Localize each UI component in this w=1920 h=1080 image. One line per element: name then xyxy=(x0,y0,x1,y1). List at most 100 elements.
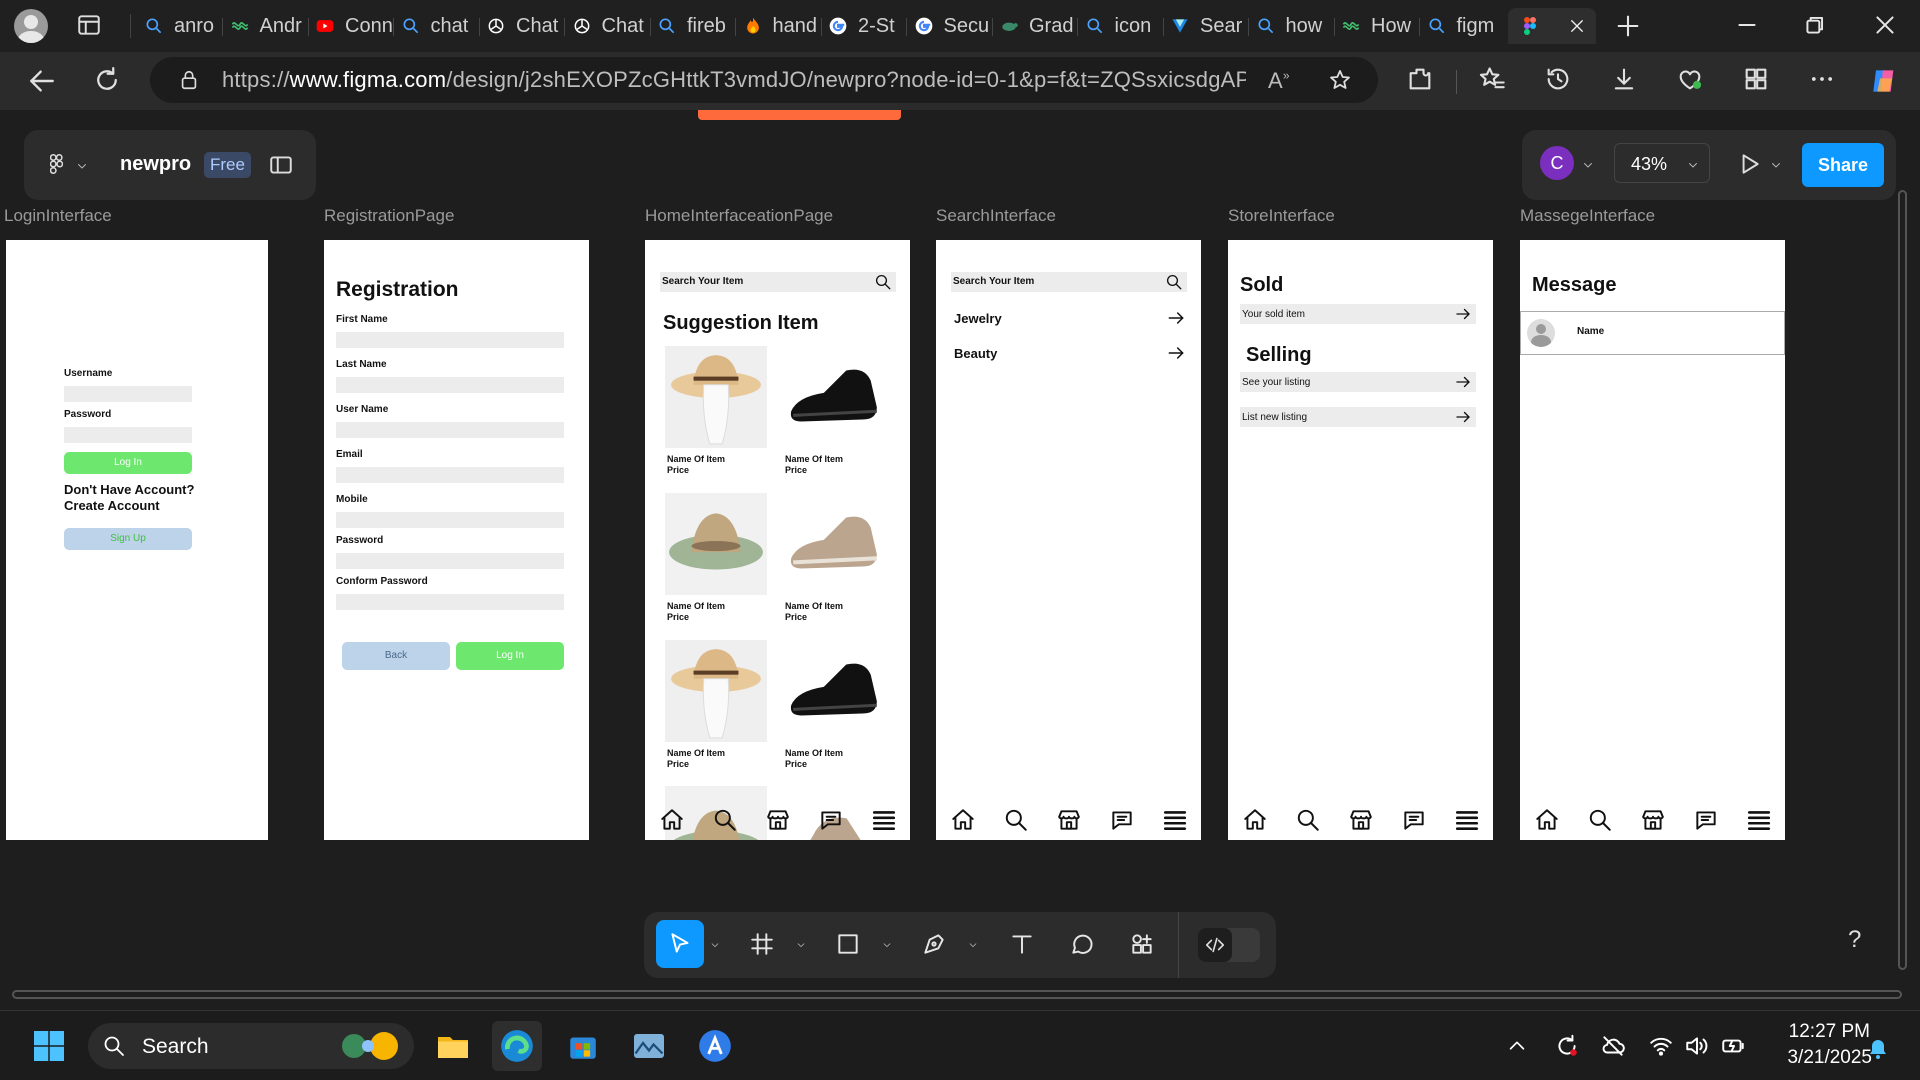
close-window-button[interactable] xyxy=(1872,12,1898,38)
more-menu-icon[interactable] xyxy=(1808,65,1840,97)
frame-store[interactable]: Sold Your sold item Selling See your lis… xyxy=(1228,240,1493,840)
menu-icon[interactable] xyxy=(1454,807,1480,833)
frame-label-login[interactable]: LoginInterface xyxy=(4,206,112,226)
wifi-icon[interactable] xyxy=(1648,1033,1674,1059)
collections-icon[interactable] xyxy=(1742,65,1774,97)
chat-icon[interactable] xyxy=(1693,807,1719,833)
frame-label-home[interactable]: HomeInterfaceationPage xyxy=(645,206,833,226)
home-icon[interactable] xyxy=(659,807,685,833)
search-icon[interactable] xyxy=(1295,807,1321,833)
app-store-icon[interactable] xyxy=(690,1021,740,1071)
browser-tab[interactable]: hand xyxy=(743,8,821,44)
frame-search[interactable]: Search Your Item Jewelry Beauty xyxy=(936,240,1201,840)
volume-icon[interactable] xyxy=(1684,1033,1710,1059)
comment-tool[interactable] xyxy=(1058,920,1106,968)
browser-tab[interactable]: fireb xyxy=(657,8,735,44)
browser-tab[interactable]: icon xyxy=(1085,8,1163,44)
contact-row[interactable]: Name xyxy=(1520,311,1785,355)
password-field[interactable] xyxy=(64,427,192,443)
search-icon[interactable] xyxy=(1587,807,1613,833)
chat-icon[interactable] xyxy=(1401,807,1427,833)
favorites-icon[interactable] xyxy=(1478,65,1510,97)
file-explorer-icon[interactable] xyxy=(428,1021,478,1071)
rectangle-tool[interactable] xyxy=(824,920,872,968)
frame-label-search[interactable]: SearchInterface xyxy=(936,206,1056,226)
extensions-icon[interactable] xyxy=(1406,65,1438,97)
browser-tab[interactable]: Chat xyxy=(486,8,564,44)
taskbar-search[interactable]: Search xyxy=(88,1023,414,1069)
see-listing-row[interactable]: See your listing xyxy=(1240,372,1476,392)
present-play-icon[interactable] xyxy=(1736,151,1762,177)
registration-input[interactable] xyxy=(336,332,564,348)
horizontal-scrollbar[interactable] xyxy=(12,990,1902,999)
registration-input[interactable] xyxy=(336,422,564,438)
chevron-down-icon[interactable] xyxy=(882,940,892,950)
browser-essentials-icon[interactable] xyxy=(1676,65,1708,97)
category-row[interactable]: Jewelry xyxy=(954,308,1184,328)
notification-bell-icon[interactable] xyxy=(1866,1037,1890,1061)
browser-tab[interactable]: how xyxy=(1256,8,1334,44)
browser-tab[interactable]: 2-St xyxy=(828,8,906,44)
show-hidden-icons[interactable] xyxy=(1506,1035,1528,1057)
frame-label-registration[interactable]: RegistrationPage xyxy=(324,206,454,226)
frame-label-message[interactable]: MassegeInterface xyxy=(1520,206,1655,226)
frame-label-store[interactable]: StoreInterface xyxy=(1228,206,1335,226)
vertical-scrollbar[interactable] xyxy=(1898,190,1907,970)
chevron-down-icon[interactable] xyxy=(710,940,720,950)
browser-tab[interactable]: anro xyxy=(144,8,222,44)
chevron-down-icon[interactable] xyxy=(796,940,806,950)
registration-input[interactable] xyxy=(336,467,564,483)
edge-browser-icon[interactable] xyxy=(492,1021,542,1071)
product-image[interactable] xyxy=(665,493,767,595)
copilot-icon[interactable] xyxy=(1868,65,1900,97)
product-image[interactable] xyxy=(783,346,885,448)
profile-avatar[interactable] xyxy=(14,9,48,43)
browser-tab[interactable]: How xyxy=(1341,8,1419,44)
home-icon[interactable] xyxy=(1242,807,1268,833)
sync-icon[interactable] xyxy=(1554,1033,1580,1059)
file-name[interactable]: newpro xyxy=(120,153,191,176)
new-listing-row[interactable]: List new listing xyxy=(1240,407,1476,427)
clock-time[interactable]: 12:27 PM xyxy=(1776,1021,1870,1043)
move-tool[interactable] xyxy=(656,920,704,968)
registration-input[interactable] xyxy=(336,377,564,393)
store-icon[interactable] xyxy=(1056,807,1082,833)
product-image[interactable] xyxy=(665,640,767,742)
address-bar[interactable]: https://www.figma.com/design/j2shEXOPZcG… xyxy=(150,57,1378,103)
chevron-down-icon[interactable] xyxy=(968,940,978,950)
favorite-star-icon[interactable] xyxy=(1328,68,1352,92)
microsoft-store-icon[interactable] xyxy=(558,1021,608,1071)
user-avatar[interactable]: C xyxy=(1540,146,1574,180)
browser-tab[interactable]: Andr xyxy=(230,8,308,44)
home-icon[interactable] xyxy=(950,807,976,833)
close-tab-icon[interactable] xyxy=(1568,17,1586,35)
actions-tool[interactable] xyxy=(1118,920,1166,968)
photos-app-icon[interactable] xyxy=(624,1021,674,1071)
figma-menu-icon[interactable] xyxy=(50,154,63,174)
browser-tab[interactable]: chat xyxy=(401,8,479,44)
chat-icon[interactable] xyxy=(818,807,844,833)
store-icon[interactable] xyxy=(1640,807,1666,833)
search-bar[interactable]: Search Your Item xyxy=(660,272,896,292)
browser-tab[interactable]: Chat xyxy=(572,8,650,44)
zoom-control[interactable]: 43% xyxy=(1614,143,1710,183)
chevron-down-icon[interactable] xyxy=(1770,159,1782,171)
browser-tab[interactable]: Grad xyxy=(999,8,1077,44)
register-login-button[interactable]: Log In xyxy=(456,642,564,670)
refresh-button[interactable] xyxy=(92,65,124,97)
username-field[interactable] xyxy=(64,386,192,402)
frame-home[interactable]: Search Your Item Suggestion Item Name Of… xyxy=(645,240,910,840)
dev-mode-toggle[interactable] xyxy=(1198,928,1260,962)
login-button[interactable]: Log In xyxy=(64,452,192,474)
menu-icon[interactable] xyxy=(1162,807,1188,833)
product-image[interactable] xyxy=(783,640,885,742)
back-button[interactable] xyxy=(26,65,58,97)
registration-input[interactable] xyxy=(336,553,564,569)
restore-button[interactable] xyxy=(1802,12,1828,38)
home-icon[interactable] xyxy=(1534,807,1560,833)
registration-input[interactable] xyxy=(336,594,564,610)
frame-message[interactable]: Message Name xyxy=(1520,240,1785,840)
frame-tool[interactable] xyxy=(738,920,786,968)
search-bar[interactable]: Search Your Item xyxy=(951,272,1187,292)
product-image[interactable] xyxy=(783,493,885,595)
